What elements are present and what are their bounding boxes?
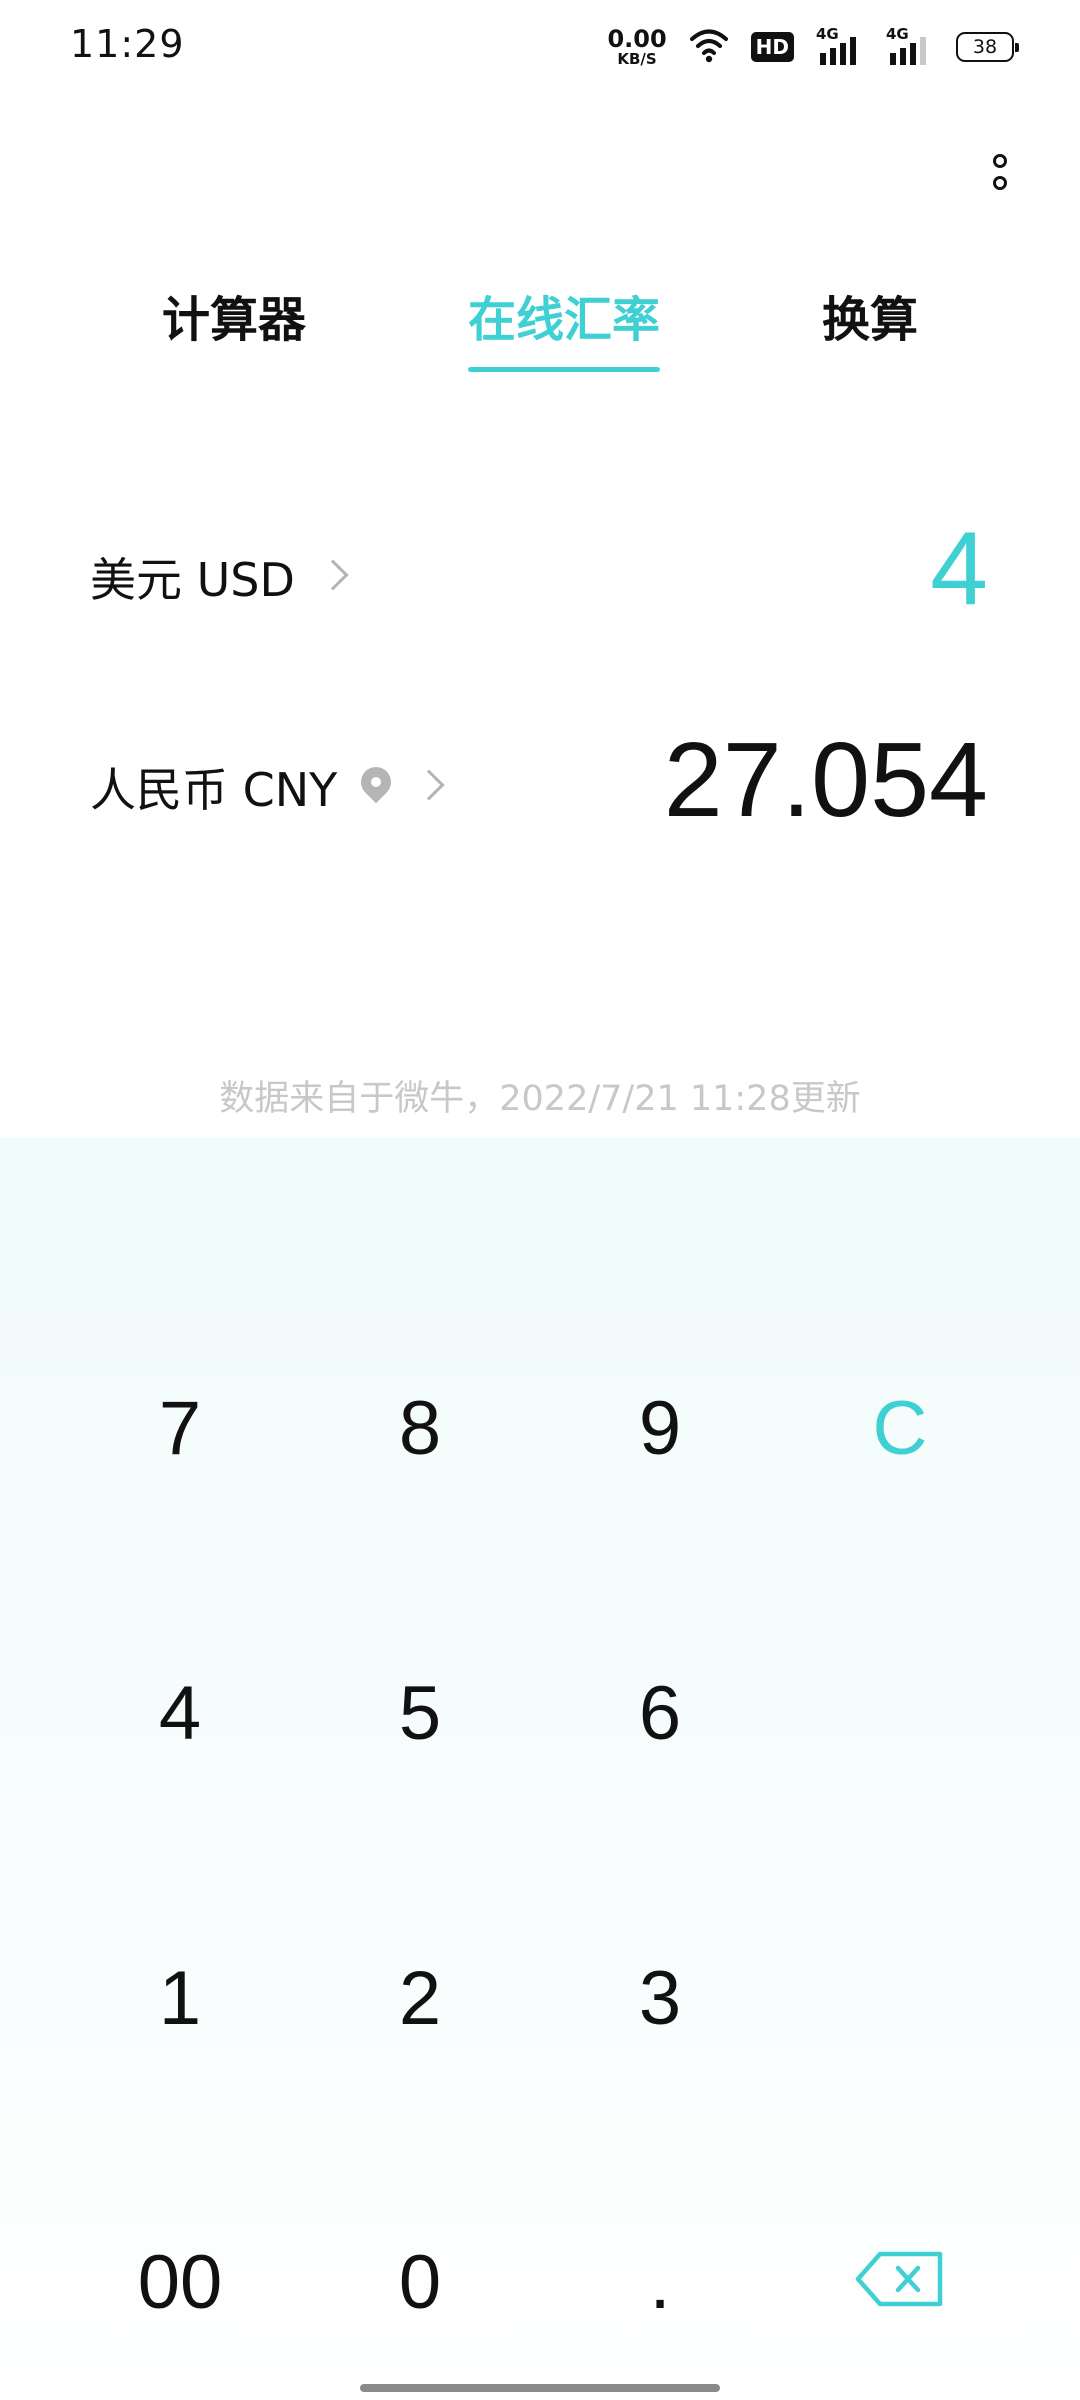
signal-icon: 4G (816, 25, 864, 67)
from-currency-row[interactable]: 美元 USD (0, 500, 1080, 650)
key-7[interactable]: 7 (80, 1338, 280, 1518)
network-speed-value: 0.00 (607, 25, 667, 53)
tab-exchange-rate[interactable]: 在线汇率 (468, 280, 660, 350)
location-pin-icon (354, 760, 398, 804)
tab-calculator[interactable]: 计算器 (162, 280, 306, 350)
battery-icon: 38 (956, 32, 1019, 62)
chevron-right-icon (413, 769, 445, 801)
key-2[interactable]: 2 (320, 1908, 520, 2088)
clear-button[interactable]: C (800, 1338, 1000, 1518)
key-9[interactable]: 9 (560, 1338, 760, 1518)
to-amount[interactable]: 27.054 (664, 720, 988, 841)
status-time: 11:29 (70, 22, 185, 66)
backspace-button[interactable] (800, 2192, 1000, 2372)
key-1[interactable]: 1 (80, 1908, 280, 2088)
to-currency-name[interactable]: 人民币 CNY (90, 754, 337, 820)
status-icons: 0.00 KB/S HD 4G 4G 38 (607, 22, 1019, 72)
key-3[interactable]: 3 (560, 1908, 760, 2088)
data-source-note: 数据来自于微牛，2022/7/21 11:28更新 (219, 1079, 861, 1119)
key-4[interactable]: 4 (80, 1623, 280, 1803)
from-currency-name[interactable]: 美元 USD (90, 544, 295, 610)
status-bar: 11:29 0.00 KB/S HD 4G 4G 38 (0, 0, 1080, 96)
key-00[interactable]: 00 (80, 2192, 280, 2372)
key-decimal[interactable]: . (560, 2192, 760, 2372)
chevron-right-icon (317, 559, 349, 591)
more-options-icon[interactable] (980, 144, 1020, 200)
home-indicator[interactable] (360, 2384, 720, 2392)
tab-unit-conversion[interactable]: 换算 (822, 280, 918, 350)
backspace-icon (854, 2239, 946, 2326)
from-amount[interactable]: 4 (930, 510, 988, 629)
wifi-icon (689, 27, 729, 67)
key-0[interactable]: 0 (320, 2192, 520, 2372)
network-speed: 0.00 KB/S (607, 27, 666, 67)
hd-voice-badge: HD (750, 32, 794, 62)
keypad: 7 8 9 C 4 5 6 1 2 3 00 0 . (0, 1138, 1080, 2400)
key-8[interactable]: 8 (320, 1338, 520, 1518)
network-speed-unit: KB/S (617, 50, 657, 68)
key-5[interactable]: 5 (320, 1623, 520, 1803)
battery-level: 38 (972, 36, 998, 58)
active-tab-indicator (468, 367, 660, 372)
signal-icon: 4G (886, 25, 934, 67)
key-6[interactable]: 6 (560, 1623, 760, 1803)
